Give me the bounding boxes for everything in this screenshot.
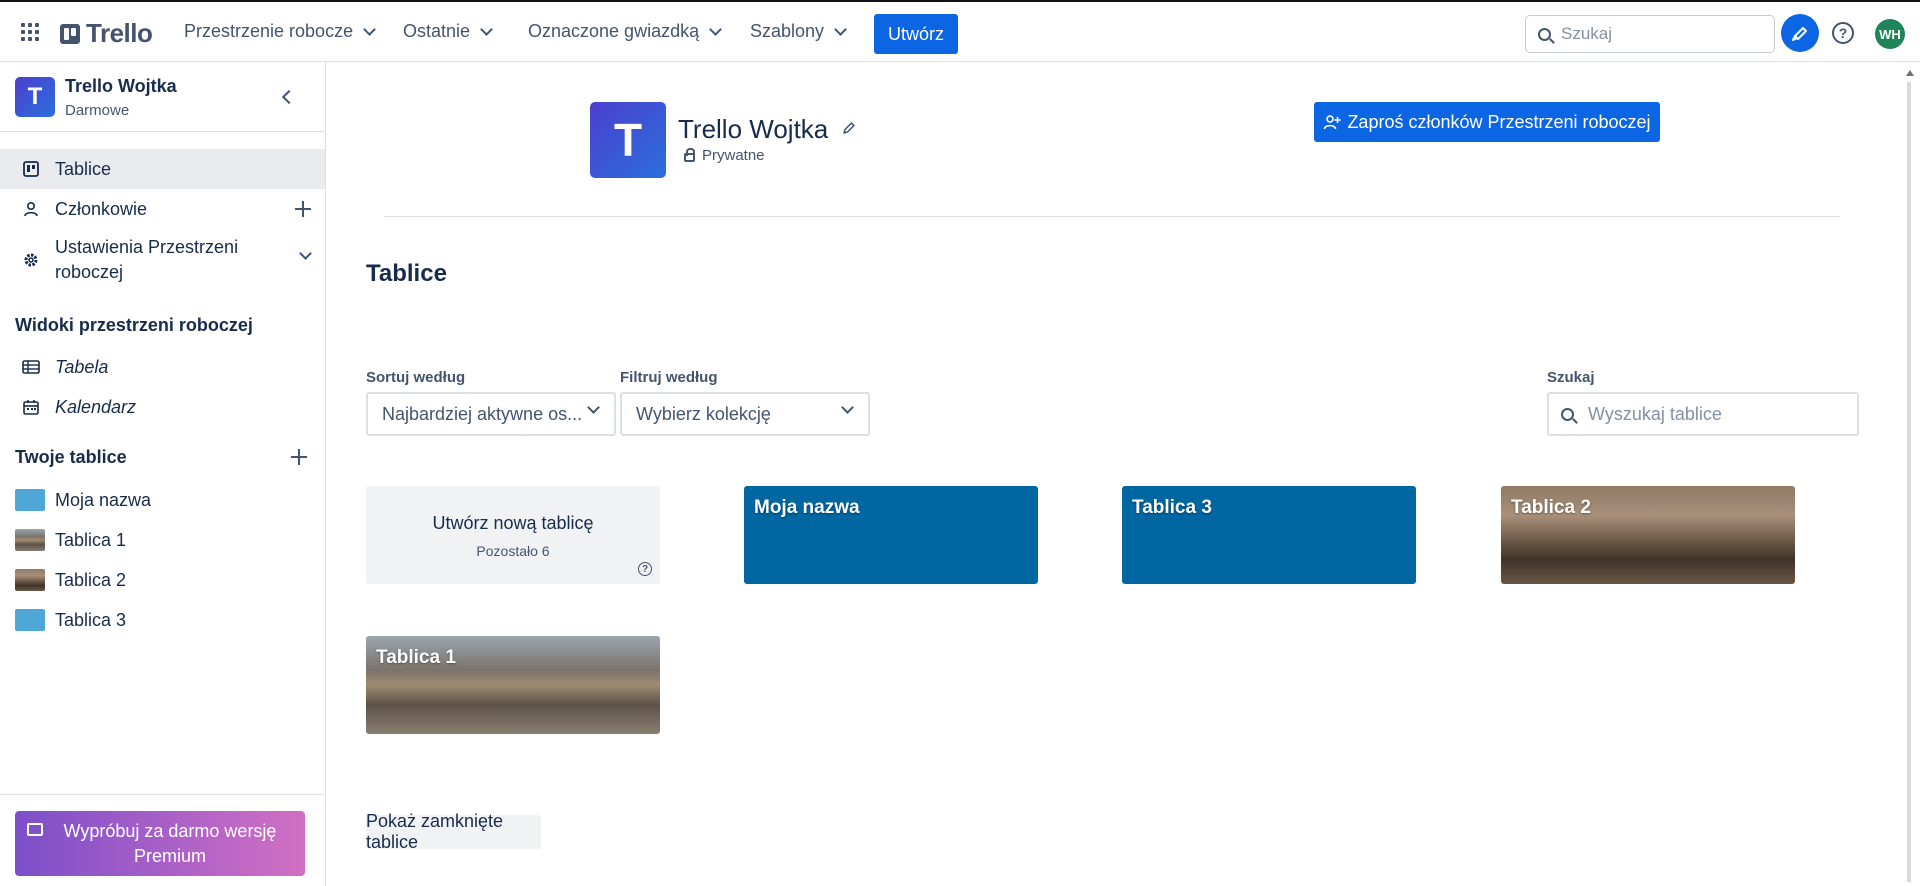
question-icon[interactable]: ?	[638, 562, 652, 576]
calendar-icon	[22, 398, 40, 416]
sidebar-workspace-header: T Trello Wojtka Darmowe	[0, 62, 325, 132]
board-card[interactable]: Tablica 3	[1122, 486, 1416, 584]
menu-workspaces[interactable]: Przestrzenie robocze	[184, 21, 376, 42]
sort-label: Sortuj według	[366, 369, 466, 386]
board-card[interactable]: Tablica 2	[1501, 486, 1795, 584]
your-boards-title: Twoje tablice	[15, 447, 127, 467]
workspace-name: Trello Wojtka	[65, 76, 177, 96]
scroll-up-icon[interactable]	[1906, 70, 1914, 76]
create-button[interactable]: Utwórz	[874, 14, 958, 54]
board-card[interactable]: Tablica 1	[366, 636, 660, 734]
header-divider	[384, 216, 1840, 217]
board-search-input[interactable]: Wyszukaj tablice	[1547, 392, 1859, 436]
add-person-icon	[1324, 115, 1341, 130]
sidebar-item-workspace-settings[interactable]: Ustawienia Przestrzeni roboczej	[0, 232, 325, 288]
menu-starred[interactable]: Oznaczone gwiazdką	[528, 21, 722, 42]
sidebar-item-calendar-view[interactable]: Kalendarz	[0, 387, 325, 427]
top-navigation-bar: Trello Przestrzenie robocze Ostatnie Ozn…	[0, 0, 1920, 62]
collapse-sidebar-icon[interactable]	[281, 89, 297, 105]
board-thumbnail	[15, 569, 45, 591]
sidebar: T Trello Wojtka Darmowe Tablice Członkow…	[0, 62, 326, 886]
filter-select[interactable]: Wybierz kolekcję	[620, 392, 870, 436]
main-content: T Trello Wojtka Prywatne Zaproś członków…	[326, 62, 1900, 886]
person-icon	[22, 200, 40, 218]
sidebar-item-boards[interactable]: Tablice	[0, 149, 325, 189]
try-premium-button[interactable]: Wypróbuj za darmo wersję Premium	[15, 811, 305, 876]
chevron-down-icon	[841, 401, 854, 414]
pencil-icon[interactable]	[842, 121, 856, 135]
board-search-label: Szukaj	[1547, 369, 1595, 386]
notifications-button[interactable]	[1781, 14, 1819, 52]
briefcase-icon	[27, 823, 43, 836]
sidebar-item-members[interactable]: Członkowie	[0, 189, 325, 229]
megaphone-icon	[1792, 27, 1807, 41]
sidebar-board-item[interactable]: Tablica 1	[0, 520, 325, 560]
search-icon	[1561, 407, 1574, 421]
add-member-icon[interactable]	[295, 201, 311, 217]
boards-section-title: Tablice	[366, 260, 447, 287]
workspace-avatar: T	[15, 77, 55, 117]
chevron-down-icon	[480, 22, 493, 36]
workspace-title: Trello Wojtka	[678, 114, 829, 144]
help-icon[interactable]: ?	[1832, 22, 1854, 44]
sidebar-board-item[interactable]: Tablica 3	[0, 600, 325, 640]
board-icon	[22, 160, 40, 178]
show-closed-boards-button[interactable]: Pokaż zamknięte tablice	[366, 811, 541, 852]
workspace-privacy: Prywatne	[684, 147, 765, 164]
search-input[interactable]: Szukaj	[1525, 15, 1775, 53]
board-thumbnail	[15, 609, 45, 631]
chevron-down-icon	[834, 22, 847, 36]
add-board-icon[interactable]	[291, 449, 307, 465]
chevron-down-icon	[587, 401, 600, 414]
workspace-views-title: Widoki przestrzeni roboczej	[15, 315, 253, 335]
chevron-down-icon	[709, 22, 722, 36]
scrollbar-thumb[interactable]	[1907, 82, 1911, 882]
user-avatar[interactable]: WH	[1875, 19, 1905, 49]
create-board-tile[interactable]: Utwórz nową tablicę Pozostało 6 ?	[366, 486, 660, 584]
chevron-down-icon	[363, 22, 376, 36]
lock-icon	[684, 148, 695, 162]
gear-icon	[22, 251, 40, 269]
app-switcher-icon[interactable]	[18, 20, 42, 44]
board-card[interactable]: Moja nazwa	[744, 486, 1038, 584]
sort-select[interactable]: Najbardziej aktywne os...	[366, 392, 616, 436]
chevron-down-icon[interactable]	[299, 247, 312, 260]
page-scrollbar[interactable]	[1900, 62, 1920, 886]
board-thumbnail	[15, 489, 45, 511]
invite-members-button[interactable]: Zaproś członków Przestrzeni roboczej	[1314, 102, 1660, 142]
sidebar-item-table-view[interactable]: Tabela	[0, 347, 325, 387]
board-thumbnail	[15, 529, 45, 551]
sidebar-board-item[interactable]: Moja nazwa	[0, 480, 325, 520]
search-icon	[1538, 27, 1551, 41]
trello-logo[interactable]: Trello	[60, 18, 153, 49]
table-icon	[22, 358, 40, 376]
workspace-plan: Darmowe	[65, 102, 130, 119]
filter-label: Filtruj według	[620, 369, 718, 386]
sidebar-board-item[interactable]: Tablica 2	[0, 560, 325, 600]
menu-recent[interactable]: Ostatnie	[403, 21, 493, 42]
workspace-avatar-large: T	[590, 102, 666, 178]
menu-templates[interactable]: Szablony	[750, 21, 847, 42]
sidebar-divider	[0, 794, 325, 795]
trello-logo-icon	[60, 23, 80, 44]
